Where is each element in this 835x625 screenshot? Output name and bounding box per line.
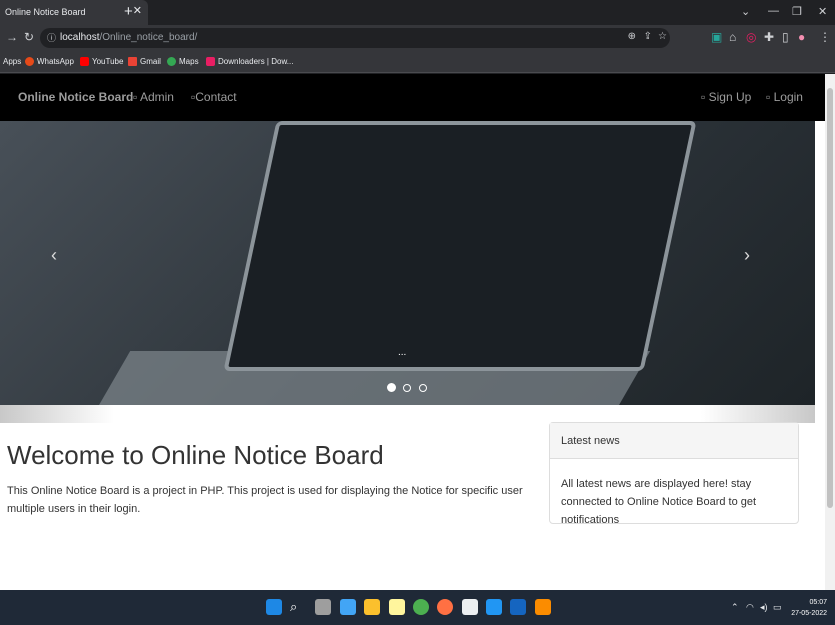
widgets-icon[interactable] (340, 599, 356, 615)
latest-news-panel: Latest news All latest news are displaye… (549, 422, 799, 526)
browser-tabbar: Online Notice Board ✕ + ⌄ — ❐ ✕ (0, 0, 835, 25)
windows-taskbar: ⌕ ⌃ ◠ ◂) ▭ 05:07 27-05-2022 (0, 590, 835, 625)
vscode-icon[interactable] (486, 599, 502, 615)
intro-text: This Online Notice Board is a project in… (7, 485, 523, 515)
whatsapp-icon (25, 57, 34, 66)
clock-date: 27-05-2022 (791, 610, 827, 617)
puzzle-icon[interactable]: ✚ (764, 30, 774, 44)
nav-login-link[interactable]: ▫ Login (766, 90, 803, 104)
tray-overflow-icon[interactable]: ⌃ (731, 602, 739, 613)
chrome-icon[interactable] (413, 599, 429, 615)
browser-toolbar: → ↻ ⓘ localhost/Online_notice_board/ ⊕ ⇪… (0, 25, 835, 51)
nav-contact-link[interactable]: ▫Contact (191, 90, 237, 104)
bookmark-downloaders[interactable]: Downloaders | Dow... (206, 57, 293, 66)
page-scrollbar[interactable] (825, 74, 835, 590)
nav-admin-link[interactable]: ▫ Admin (133, 90, 174, 104)
restore-icon[interactable]: ❐ (792, 5, 802, 18)
bookmark-gmail[interactable]: Gmail (128, 57, 161, 66)
volume-icon[interactable]: ◂) (760, 602, 768, 613)
bookmark-apps[interactable]: Apps (3, 57, 21, 66)
zoom-icon[interactable]: ⊕ (628, 31, 636, 42)
bookmarks-bar: Apps WhatsApp YouTube Gmail Maps Downloa… (0, 51, 835, 73)
site-info-icon[interactable]: ⓘ (47, 31, 56, 44)
minimize-icon[interactable]: — (768, 5, 779, 17)
tab-search-icon[interactable]: ⌄ (741, 5, 750, 18)
clock-time: 05:07 (809, 599, 827, 606)
web-page: Online Notice Board ▫ Admin ▫Contact ▫ S… (0, 74, 825, 590)
reload-icon[interactable]: ↻ (24, 30, 34, 44)
carousel-indicators (387, 379, 430, 397)
gmail-icon (128, 57, 137, 66)
bookmark-star-icon[interactable]: ☆ (658, 31, 667, 42)
extension-icon[interactable]: ▣ (711, 30, 722, 44)
image-carousel: ‹ › ... (0, 121, 815, 405)
news-heading: Latest news (550, 423, 798, 459)
side-panel-icon[interactable]: ▯ (782, 30, 789, 44)
system-clock[interactable]: 05:07 27-05-2022 (791, 597, 827, 619)
bookmark-maps[interactable]: Maps (167, 57, 199, 66)
file-explorer-icon[interactable] (364, 599, 380, 615)
word-icon[interactable] (510, 599, 526, 615)
firefox-icon[interactable] (437, 599, 453, 615)
admin-icon: ▫ (133, 90, 138, 104)
news-body: All latest news are displayed here! stay… (561, 478, 757, 526)
task-view-icon[interactable] (315, 599, 331, 615)
url-host: localhost (60, 32, 100, 43)
url-path: /Online_notice_board/ (99, 32, 198, 43)
carousel-prev-icon[interactable]: ‹ (51, 245, 57, 266)
nav-signup-link[interactable]: ▫ Sign Up (701, 90, 751, 104)
start-icon[interactable] (266, 599, 282, 615)
page-title: Welcome to Online Notice Board (7, 440, 384, 470)
carousel-indicator[interactable] (387, 383, 396, 392)
login-icon: ▫ (766, 90, 771, 104)
wifi-icon[interactable]: ◠ (746, 602, 754, 613)
search-icon[interactable]: ⌕ (290, 599, 306, 615)
share-icon[interactable]: ⇪ (644, 31, 652, 42)
scrollbar-thumb[interactable] (827, 88, 833, 508)
carousel-image-laptop (223, 121, 697, 371)
carousel-caption: ... (398, 347, 407, 358)
extension-icon[interactable]: ⌂ (729, 30, 736, 44)
tab-title: Online Notice Board (5, 7, 86, 17)
address-bar[interactable]: ⓘ localhost/Online_notice_board/ ⊕ ⇪ ☆ (40, 28, 670, 48)
site-navbar: Online Notice Board ▫ Admin ▫Contact ▫ S… (0, 74, 825, 121)
app-icon[interactable] (462, 599, 478, 615)
new-tab-icon[interactable]: + (124, 3, 133, 20)
downloaders-icon (206, 57, 215, 66)
extension-icon[interactable]: ◎ (746, 30, 756, 44)
carousel-next-icon[interactable]: › (744, 245, 750, 266)
bookmark-youtube[interactable]: YouTube (80, 57, 123, 66)
battery-icon[interactable]: ▭ (773, 602, 782, 613)
tab-close-icon[interactable]: ✕ (133, 4, 142, 17)
navbar-brand[interactable]: Online Notice Board (18, 90, 133, 104)
signup-icon: ▫ (701, 90, 706, 104)
youtube-icon (80, 57, 89, 66)
profile-avatar-icon[interactable]: ● (798, 30, 805, 44)
maps-icon (167, 57, 176, 66)
notepad-icon[interactable] (389, 599, 405, 615)
carousel-indicator[interactable] (418, 384, 427, 392)
close-window-icon[interactable]: ✕ (818, 5, 827, 18)
menu-icon[interactable]: ⋮ (819, 30, 831, 44)
carousel-bottom-shadow (0, 405, 815, 423)
bookmark-whatsapp[interactable]: WhatsApp (25, 57, 74, 66)
carousel-indicator[interactable] (403, 384, 412, 392)
forward-icon[interactable]: → (6, 30, 18, 44)
xampp-icon[interactable] (535, 599, 551, 615)
